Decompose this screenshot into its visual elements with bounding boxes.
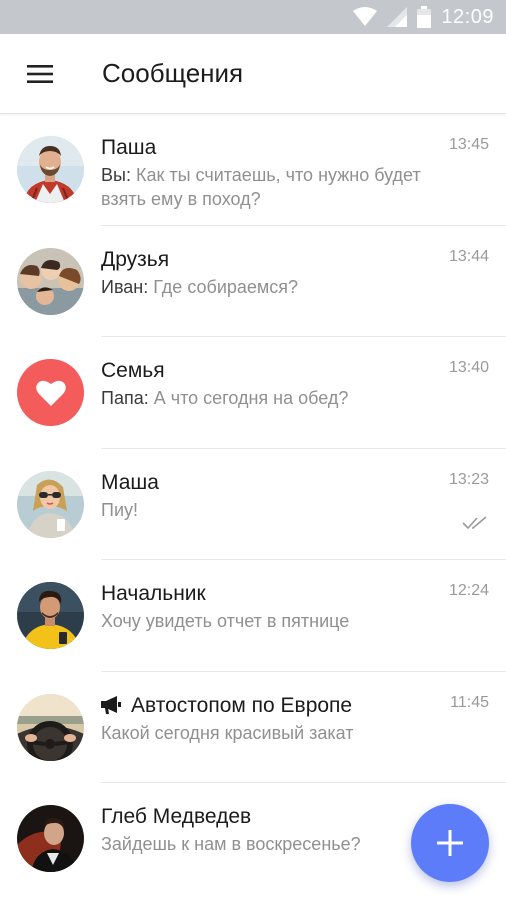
chat-name: Маша: [101, 470, 159, 494]
chat-preview: Вы: Как ты считаешь, что нужно будет взя…: [101, 165, 421, 209]
avatar: [17, 582, 84, 649]
chat-time: 13:23: [448, 470, 489, 488]
chat-item-boss[interactable]: Начальник Хочу увидеть отчет в пятнице 1…: [0, 560, 506, 672]
chat-time: 12:24: [448, 582, 489, 599]
chat-time: 13:44: [448, 247, 489, 265]
megaphone-icon: [101, 696, 121, 714]
wifi-icon: [353, 7, 378, 26]
chat-name: Начальник: [101, 582, 206, 605]
chat-preview: Пиу!: [101, 499, 138, 520]
chat-name: Паша: [101, 136, 157, 159]
chat-name: Автостопом по Европе: [101, 692, 490, 719]
message-sender: Иван:: [101, 276, 149, 297]
message-sender: Вы:: [101, 165, 131, 185]
signal-icon: [387, 7, 408, 27]
chat-time: 11:45: [450, 693, 489, 711]
page-title: Сообщения: [102, 58, 244, 88]
double-check-icon: [462, 515, 487, 529]
status-time: 12:09: [441, 5, 494, 28]
heart-icon: [35, 380, 66, 406]
app-bar: Сообщения: [0, 34, 506, 114]
avatar: [17, 359, 84, 426]
chat-preview: Хочу увидеть отчет в пятнице: [101, 611, 350, 631]
plus-icon: [437, 830, 463, 856]
chat-item-family[interactable]: Семья Папа: А что сегодня на обед? 13:40: [0, 337, 506, 449]
chat-preview: Какой сегодня красивый закат: [101, 722, 354, 743]
avatar: [17, 805, 84, 872]
message-sender: Папа:: [101, 388, 149, 408]
chat-time: 13:45: [448, 136, 489, 153]
avatar: [17, 693, 84, 761]
chat-item-friends[interactable]: Друзья Иван: Где собираемся? 13:44: [0, 226, 506, 337]
avatar: [17, 470, 84, 538]
new-message-button[interactable]: [411, 804, 489, 882]
status-bar: 12:09: [0, 0, 506, 34]
chat-list: Паша Вы: Как ты считаешь, что нужно буде…: [0, 114, 506, 895]
battery-icon: [417, 6, 432, 28]
avatar: [17, 247, 84, 315]
chat-preview: Иван: Где собираемся?: [101, 276, 299, 297]
chat-preview: Папа: А что сегодня на обед?: [101, 388, 349, 408]
menu-button[interactable]: [0, 34, 78, 114]
chat-item-pasha[interactable]: Паша Вы: Как ты считаешь, что нужно буде…: [0, 114, 506, 226]
chat-item-masha[interactable]: Маша Пиу! 13:23: [0, 449, 506, 560]
chat-name: Семья: [101, 359, 165, 382]
chat-name: Друзья: [101, 247, 170, 271]
avatar: [17, 136, 84, 203]
chat-item-hitchhiking-europe[interactable]: Автостопом по Европе Какой сегодня краси…: [0, 672, 506, 783]
chat-time: 13:40: [448, 359, 489, 376]
hamburger-menu-icon: [27, 64, 53, 83]
